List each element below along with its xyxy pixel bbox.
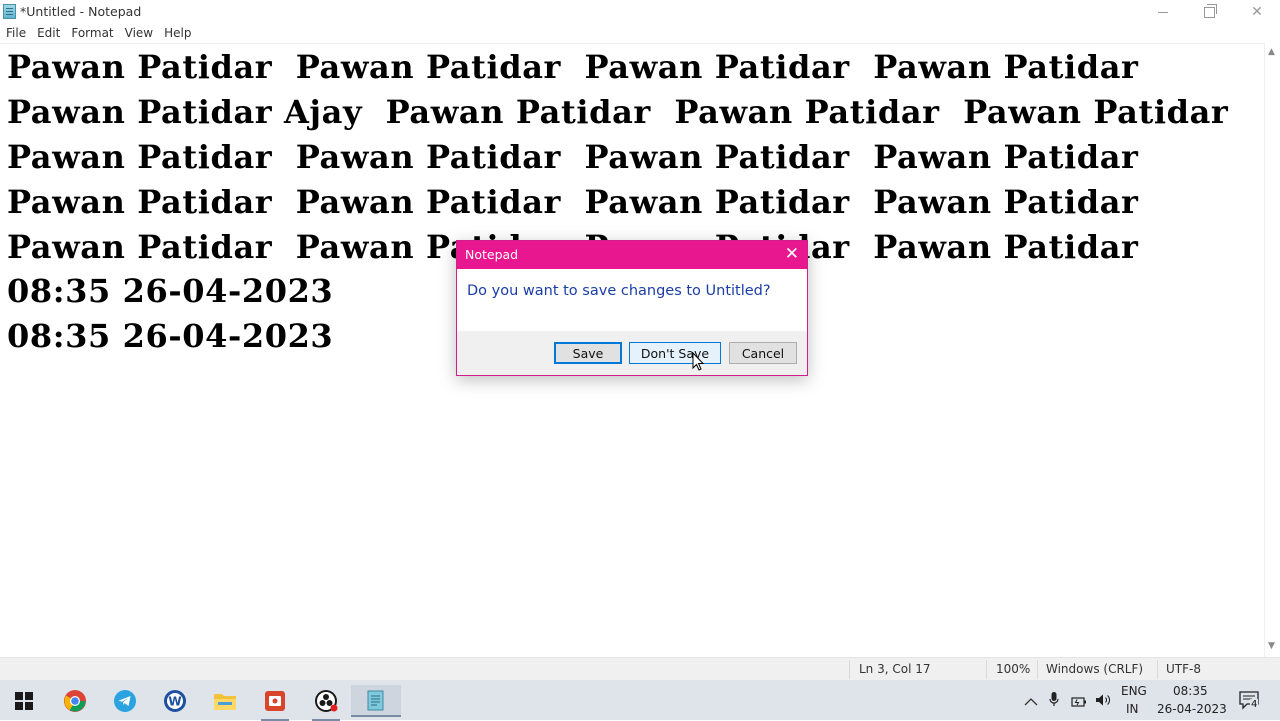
microphone-icon[interactable] <box>1049 691 1059 711</box>
taskbar: W ENG IN 08:35 26-04-2023 4 <box>0 680 1280 721</box>
menu-bar: File Edit Format View Help <box>0 24 196 43</box>
menu-view[interactable]: View <box>119 24 158 43</box>
dialog-message: Do you want to save changes to Untitled? <box>467 283 771 299</box>
menu-format[interactable]: Format <box>65 24 118 43</box>
file-explorer-icon[interactable] <box>201 685 249 717</box>
line-endings: Windows (CRLF) <box>1046 662 1144 676</box>
menu-edit[interactable]: Edit <box>31 24 65 43</box>
notification-count-badge: 4 <box>1250 699 1259 710</box>
save-changes-dialog: Notepad ✕ Do you want to save changes to… <box>456 240 808 376</box>
editor-line: Pawan Patidar Pawan Patidar Pawan Patida… <box>7 138 1139 176</box>
notepad-app-icon <box>3 4 16 19</box>
cancel-button[interactable]: Cancel <box>729 342 797 364</box>
notification-center-icon[interactable]: 4 <box>1238 689 1262 717</box>
status-divider <box>1157 660 1158 679</box>
menu-file[interactable]: File <box>0 24 31 43</box>
status-divider <box>986 660 987 679</box>
show-hidden-icons-icon[interactable] <box>1024 692 1038 711</box>
restore-icon <box>1203 3 1217 18</box>
windows-start-icon[interactable] <box>0 685 48 717</box>
status-divider <box>849 660 850 679</box>
editor-line: 08:35 26-04-2023 <box>7 317 334 355</box>
clock-time[interactable]: 08:35 <box>1173 684 1208 698</box>
clock-date[interactable]: 26-04-2023 <box>1157 702 1227 716</box>
dialog-footer: Save Don't Save Cancel <box>457 331 807 375</box>
editor-line: Pawan Patidar Pawan Patidar Pawan Patida… <box>7 48 1139 86</box>
minimize-icon <box>1158 11 1168 13</box>
save-button[interactable]: Save <box>554 342 622 364</box>
dialog-close-icon[interactable]: ✕ <box>785 244 799 264</box>
language-indicator[interactable]: ENG <box>1121 684 1147 698</box>
dialog-title: Notepad <box>465 247 519 262</box>
cursor-position: Ln 3, Col 17 <box>859 662 931 676</box>
region-indicator[interactable]: IN <box>1126 702 1139 716</box>
dialog-title-bar: Notepad ✕ <box>457 241 807 269</box>
encoding: UTF-8 <box>1166 662 1201 676</box>
editor-line: 08:35 26-04-2023 <box>7 272 334 310</box>
scroll-down-icon[interactable]: ▼ <box>1268 641 1275 651</box>
vertical-scrollbar[interactable]: ▲ ▼ <box>1264 43 1280 657</box>
word-icon[interactable]: W <box>151 685 199 717</box>
dont-save-button[interactable]: Don't Save <box>629 342 721 364</box>
status-divider <box>1037 660 1038 679</box>
screen-recorder-icon[interactable] <box>251 685 299 721</box>
obs-icon[interactable] <box>302 685 350 721</box>
window-title: *Untitled - Notepad <box>20 4 142 19</box>
chrome-icon[interactable] <box>51 685 99 717</box>
speaker-icon[interactable] <box>1095 692 1111 711</box>
status-bar: Ln 3, Col 17 100% Windows (CRLF) UTF-8 <box>0 657 1280 680</box>
editor-line: Pawan Patidar Ajay Pawan Patidar Pawan P… <box>7 93 1229 131</box>
close-button[interactable]: ✕ <box>1234 0 1280 24</box>
zoom-level: 100% <box>996 662 1031 676</box>
scroll-up-icon[interactable]: ▲ <box>1268 47 1275 57</box>
notepad-icon[interactable] <box>351 685 401 717</box>
svg-text:W: W <box>168 695 181 709</box>
restore-button[interactable] <box>1186 0 1232 24</box>
telegram-icon[interactable] <box>101 685 149 717</box>
close-icon: ✕ <box>1251 4 1263 20</box>
minimize-button[interactable] <box>1140 0 1186 24</box>
menu-help[interactable]: Help <box>158 24 196 43</box>
title-bar: *Untitled - Notepad ✕ <box>0 0 1280 24</box>
editor-line: Pawan Patidar Pawan Patidar Pawan Patida… <box>7 183 1139 221</box>
battery-icon[interactable] <box>1071 693 1087 712</box>
